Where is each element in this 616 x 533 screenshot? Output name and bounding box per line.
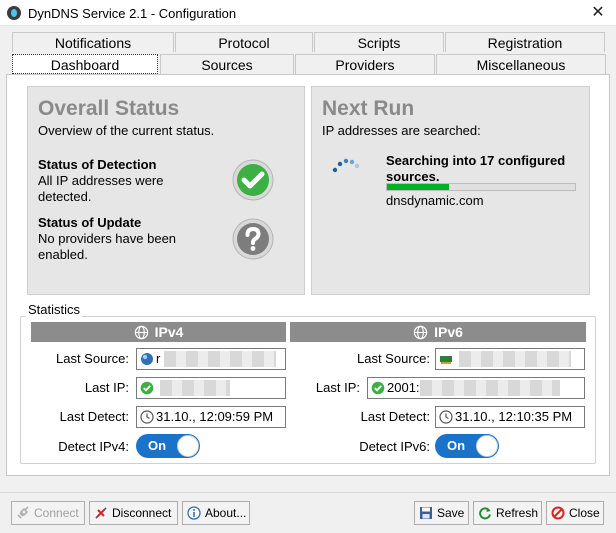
ipv4-last-detect-label: Last Detect: xyxy=(59,409,129,424)
title-bar: DynDNS Service 2.1 - Configuration ✕ xyxy=(0,0,616,26)
statistics-legend: Statistics xyxy=(26,302,83,317)
searching-line2: sources. xyxy=(386,169,440,184)
connect-button[interactable]: Connect xyxy=(11,501,85,525)
detect-ipv4-label: Detect IPv4: xyxy=(58,439,129,454)
save-button[interactable]: Save xyxy=(414,501,469,525)
overall-status-title: Overall Status xyxy=(38,97,180,120)
clock-icon xyxy=(140,410,154,424)
detect-ipv4-toggle[interactable]: On xyxy=(136,434,200,458)
close-button-label: Close xyxy=(569,506,600,520)
tab-registration[interactable]: Registration xyxy=(445,32,605,52)
detect-ipv4-toggle-label: On xyxy=(148,438,167,453)
toggle-knob xyxy=(476,435,498,457)
disconnect-button-label: Disconnect xyxy=(112,506,172,520)
ipv6-last-ip-label: Last IP: xyxy=(315,380,360,395)
redacted-value xyxy=(163,351,276,367)
detection-status-line2: detected. xyxy=(38,189,92,204)
toggle-knob xyxy=(177,435,199,457)
tab-miscellaneous[interactable]: Miscellaneous xyxy=(436,54,606,74)
ipv6-header: IPv6 xyxy=(290,322,586,342)
window-close-button[interactable]: ✕ xyxy=(585,2,611,24)
ipv6-last-source-field[interactable] xyxy=(435,348,585,370)
searching-line1: Searching into 17 configured xyxy=(386,153,566,168)
ipv6-last-detect-label: Last Detect: xyxy=(360,409,430,424)
globe-blue-icon xyxy=(140,352,154,366)
ipv4-last-ip-field[interactable] xyxy=(136,377,286,399)
next-run-subtitle: IP addresses are searched: xyxy=(322,123,481,138)
ipv6-last-detect-field[interactable]: 31.10., 12:10:35 PM xyxy=(435,406,585,428)
connect-button-label: Connect xyxy=(34,506,79,520)
ipv6-last-ip-field[interactable]: 2001: xyxy=(367,377,585,399)
overall-status-subtitle: Overview of the current status. xyxy=(38,123,215,138)
ipv4-last-source-value: r xyxy=(156,351,161,366)
tab-dashboard[interactable]: Dashboard xyxy=(12,54,158,74)
refresh-button[interactable]: Refresh xyxy=(473,501,542,525)
redacted-value xyxy=(458,351,571,367)
detection-status-title: Status of Detection xyxy=(38,157,157,172)
check-small-icon xyxy=(140,381,154,395)
ipv4-last-ip-label: Last IP: xyxy=(84,380,129,395)
next-run-card: Next Run IP addresses are searched: Sear… xyxy=(311,86,590,295)
detect-ipv6-toggle[interactable]: On xyxy=(435,434,499,458)
globe-icon xyxy=(413,325,428,340)
update-status-line2: enabled. xyxy=(38,247,88,262)
tab-providers[interactable]: Providers xyxy=(295,54,435,74)
check-small-icon xyxy=(371,381,385,395)
overall-status-card: Overall Status Overview of the current s… xyxy=(27,86,305,295)
check-circle-icon xyxy=(232,159,274,201)
ipv6-header-label: IPv6 xyxy=(434,324,463,340)
floppy-disk-icon xyxy=(419,506,433,520)
tab-notifications[interactable]: Notifications xyxy=(12,32,174,52)
info-icon xyxy=(187,506,201,520)
ipv4-last-source-field[interactable]: r xyxy=(136,348,286,370)
ipv6-last-source-label: Last Source: xyxy=(357,351,430,366)
update-status-title: Status of Update xyxy=(38,215,142,230)
footer-divider xyxy=(0,492,616,493)
redacted-value xyxy=(419,380,560,396)
search-progress-bar xyxy=(386,183,576,191)
current-source: dnsdynamic.com xyxy=(386,193,484,208)
network-card-icon xyxy=(439,352,453,366)
next-run-title: Next Run xyxy=(322,97,415,120)
progress-fill xyxy=(387,184,450,190)
ipv4-last-detect-field[interactable]: 31.10., 12:09:59 PM xyxy=(136,406,286,428)
ipv4-last-detect-value: 31.10., 12:09:59 PM xyxy=(156,409,274,424)
question-circle-icon xyxy=(232,218,274,260)
disconnect-icon xyxy=(94,506,108,520)
cancel-icon xyxy=(551,506,565,520)
tab-protocol[interactable]: Protocol xyxy=(175,32,313,52)
ipv4-header-label: IPv4 xyxy=(154,324,184,340)
tab-sources[interactable]: Sources xyxy=(160,54,294,74)
ipv6-last-detect-value: 31.10., 12:10:35 PM xyxy=(455,409,573,424)
clock-icon xyxy=(439,410,453,424)
globe-icon xyxy=(134,325,149,340)
tab-scripts[interactable]: Scripts xyxy=(314,32,444,52)
detect-ipv6-toggle-label: On xyxy=(447,438,466,453)
detection-status-line1: All IP addresses were xyxy=(38,173,164,188)
refresh-button-label: Refresh xyxy=(496,506,539,520)
plug-icon xyxy=(16,506,30,520)
window-title: DynDNS Service 2.1 - Configuration xyxy=(28,6,237,21)
detect-ipv6-label: Detect IPv6: xyxy=(359,439,430,454)
ipv4-header: IPv4 xyxy=(31,322,286,342)
redacted-value xyxy=(159,380,230,396)
refresh-icon xyxy=(478,506,492,520)
app-icon xyxy=(7,6,21,20)
about-button-label: About... xyxy=(205,506,247,520)
disconnect-button[interactable]: Disconnect xyxy=(89,501,178,525)
update-status-line1: No providers have been xyxy=(38,231,177,246)
ipv4-last-source-label: Last Source: xyxy=(56,351,129,366)
close-button[interactable]: Close xyxy=(546,501,604,525)
loading-spinner-icon xyxy=(332,158,360,173)
save-button-label: Save xyxy=(437,506,465,520)
ipv6-last-ip-value: 2001: xyxy=(387,380,420,395)
about-button[interactable]: About... xyxy=(182,501,250,525)
